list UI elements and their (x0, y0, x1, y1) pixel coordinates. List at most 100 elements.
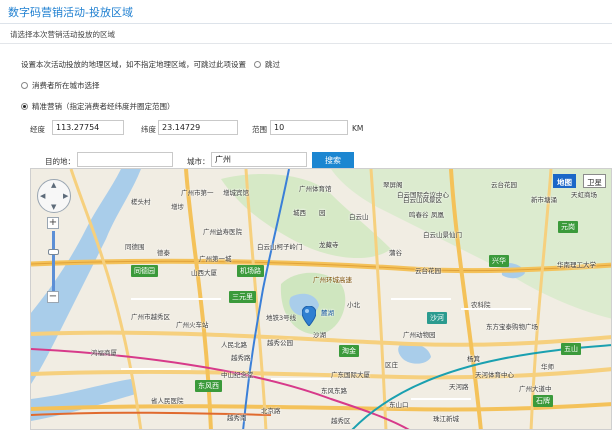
pan-right-icon[interactable]: ▶ (63, 192, 68, 200)
map-label: 天河路 (449, 383, 469, 391)
map-label: 凤凰 (431, 211, 444, 219)
page-title: 数字码营销活动-投放区域 (8, 6, 133, 19)
map-label: 广州动物园 (403, 331, 436, 339)
map-label: 鸿福商厦 (91, 349, 117, 357)
range-input[interactable] (270, 120, 348, 135)
map-label: 农科院 (471, 301, 491, 309)
latitude-label: 纬度 (141, 125, 156, 134)
map-label: 广州市第一 (181, 189, 214, 197)
map-label: 广州市越秀区 (131, 313, 170, 321)
area-setting-row: 设置本次活动投放的地理区域，如不指定地理区域，可跳过此项设置 跳过 (21, 59, 280, 70)
map-label: 越秀公园 (267, 339, 293, 347)
map-label: 杨箕 (467, 355, 480, 363)
page-subtitle: 请选择本次营销活动投放的区域 (10, 30, 115, 39)
map-label: 龙藏寺 (319, 241, 339, 249)
map-station-badge: 兴华 (489, 255, 509, 267)
map-label: 德泰 (157, 249, 170, 257)
map-station-badge: 淘金 (339, 345, 359, 357)
map-canvas[interactable]: 翠屏阁 白云国际会议中心 广州体育馆 广州市第一 白云山风景区 云台花园 新市塘… (30, 168, 612, 430)
map-label: 小北 (347, 301, 360, 309)
map-station-badge: 石牌 (533, 395, 553, 407)
map-label: 云台花园 (491, 181, 517, 189)
map-label: 华南理工大学 (557, 261, 596, 269)
longitude-label: 经度 (30, 125, 45, 134)
map-label: 白云山景仙门 (423, 231, 462, 239)
map-label: 越秀区 (331, 417, 351, 425)
pan-up-icon[interactable]: ▲ (51, 181, 56, 189)
range-label: 范围 (252, 125, 267, 134)
map-type-satellite-button[interactable]: 卫星 (583, 174, 606, 188)
map-label: 广州火车站 (176, 321, 209, 329)
map-label: 广州大道中 (519, 385, 552, 393)
map-type-map-button[interactable]: 地图 (553, 174, 576, 188)
map-label: 山西大厦 (191, 269, 217, 277)
map-marker-icon[interactable] (302, 306, 316, 326)
map-label: 新市塘涌 (531, 196, 557, 204)
map-label: 蒲谷 (389, 249, 402, 257)
zoom-slider[interactable] (48, 231, 59, 291)
destination-input[interactable] (77, 152, 173, 167)
map-label: 广东国际大厦 (331, 371, 370, 379)
search-button[interactable]: 搜索 (312, 152, 354, 168)
area-setting-hint: 设置本次活动投放的地理区域，如不指定地理区域，可跳过此项设置 (21, 60, 246, 69)
map-label: 天虹商场 (571, 191, 597, 199)
map-label: 翠屏阁 (383, 181, 403, 189)
map-label: 白云山 (349, 213, 369, 221)
zoom-in-button[interactable]: + (47, 217, 59, 229)
divider (0, 43, 612, 44)
map-station-badge: 机场路 (237, 265, 264, 277)
range-unit: KM (352, 124, 364, 133)
map-label: 区庄 (385, 361, 398, 369)
map-station-badge: 三元里 (229, 291, 256, 303)
pan-down-icon[interactable]: ▼ (51, 203, 56, 211)
map-station-badge: 东风西 (195, 380, 222, 392)
map-label: 广州体育馆 (299, 185, 332, 193)
title-bar: 数字码营销活动-投放区域 (0, 0, 612, 24)
longitude-input[interactable] (52, 120, 124, 135)
map-label: 广州环城高速 (313, 276, 352, 284)
map-label: 广州益寿医院 (203, 228, 242, 236)
city-label: 城市： (187, 157, 210, 166)
map-label: 槎头村 (131, 198, 151, 206)
map-label: 珠江新城 (433, 415, 459, 423)
map-label: 北京路 (261, 407, 281, 415)
map-label: 同德围 (125, 243, 145, 251)
map-label: 东风东路 (321, 387, 347, 395)
map-label: 越秀路 (231, 354, 251, 362)
consumer-city-label[interactable]: 消费者所在城市选择 (32, 80, 100, 91)
map-label: 东方宝泰购物广场 (486, 323, 538, 331)
skip-label[interactable]: 跳过 (265, 59, 280, 70)
map-label: 城西 (293, 209, 306, 217)
map-label: 白云山风景区 (403, 196, 442, 204)
map-station-badge: 元岗 (558, 221, 578, 233)
pan-left-icon[interactable]: ◀ (40, 192, 45, 200)
map-label: 越秀南 (227, 414, 247, 422)
map-label: 东山口 (389, 401, 409, 409)
map-label: 天河体育中心 (475, 371, 514, 379)
zoom-slider-handle[interactable] (48, 249, 59, 255)
map-label: 麓湖 (321, 309, 334, 317)
precise-radio[interactable] (21, 103, 28, 110)
map-label: 人民北路 (221, 341, 247, 349)
map-label: 园 (319, 209, 326, 217)
city-input[interactable] (211, 152, 307, 167)
latitude-input[interactable] (158, 120, 238, 135)
map-label: 增城宾馆 (223, 189, 249, 197)
map-station-badge: 五山 (561, 343, 581, 355)
map-label: 地铁3号线 (266, 314, 297, 322)
zoom-out-button[interactable]: − (47, 291, 59, 303)
map-label: 增埗 (171, 203, 184, 211)
map-label: 广州第一城 (199, 255, 232, 263)
map-station-badge: 同德园 (131, 265, 158, 277)
consumer-city-radio[interactable] (21, 82, 28, 89)
map-pan-control[interactable]: ▲ ▼ ◀ ▶ (37, 179, 71, 213)
skip-radio[interactable] (254, 61, 261, 68)
map-label: 中山纪念堂 (221, 371, 254, 379)
precise-option[interactable]: 精准营销（指定消费者经纬度并圈定范围） (21, 101, 175, 112)
map-label: 云台花园 (415, 267, 441, 275)
map-station-badge: 沙河 (427, 312, 447, 324)
map-label: 省人民医院 (151, 397, 184, 405)
precise-label[interactable]: 精准营销（指定消费者经纬度并圈定范围） (32, 101, 175, 112)
consumer-city-option[interactable]: 消费者所在城市选择 (21, 80, 100, 91)
destination-label: 目的地： (45, 157, 75, 166)
